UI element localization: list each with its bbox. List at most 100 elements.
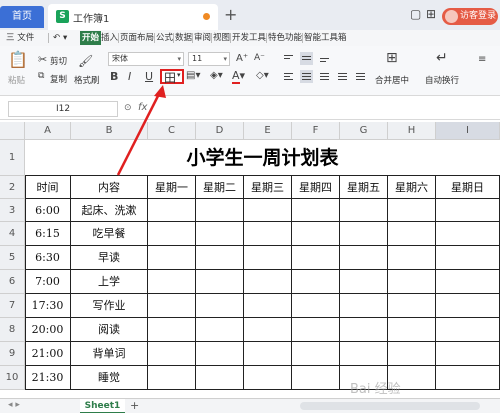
header-cell[interactable]: 内容 (71, 176, 148, 199)
sheet-tab-sheet1[interactable]: Sheet1 (80, 399, 125, 413)
wrap-text-button[interactable]: 自动换行 (425, 74, 459, 86)
merge-center-button[interactable]: 合并居中 (375, 74, 409, 86)
table-cell[interactable] (196, 222, 244, 246)
table-cell[interactable] (148, 294, 196, 318)
table-cell[interactable] (388, 270, 436, 294)
header-cell[interactable]: 星期一 (148, 176, 196, 199)
table-cell[interactable] (388, 222, 436, 246)
table-cell[interactable] (436, 342, 500, 366)
table-cell[interactable] (292, 270, 340, 294)
row-header[interactable]: 1 (0, 140, 25, 176)
row-header[interactable]: 9 (0, 342, 25, 366)
cut-button[interactable]: 剪切 (50, 55, 67, 67)
header-cell[interactable]: 时间 (25, 176, 71, 199)
copy-button[interactable]: 复制 (50, 73, 67, 85)
align-right-icon[interactable] (318, 70, 331, 83)
table-cell[interactable]: 写作业 (71, 294, 148, 318)
table-cell[interactable] (340, 294, 388, 318)
add-sheet-button[interactable]: + (130, 399, 139, 412)
header-cell[interactable]: 星期五 (340, 176, 388, 199)
row-header[interactable]: 3 (0, 199, 25, 222)
header-cell[interactable]: 星期日 (436, 176, 500, 199)
row-header[interactable]: 10 (0, 366, 25, 390)
menu-home[interactable]: 开始 (80, 31, 102, 45)
copy-icon[interactable]: ⧉ (38, 71, 44, 81)
table-cell[interactable] (244, 246, 292, 270)
table-cell[interactable] (292, 222, 340, 246)
table-cell[interactable]: 21:30 (25, 366, 71, 390)
row-header[interactable]: 5 (0, 246, 25, 270)
table-cell[interactable] (292, 318, 340, 342)
table-cell[interactable] (292, 199, 340, 222)
table-cell[interactable] (196, 246, 244, 270)
table-cell[interactable]: 睡觉 (71, 366, 148, 390)
table-cell[interactable] (388, 199, 436, 222)
table-cell[interactable]: 背单词 (71, 342, 148, 366)
table-cell[interactable]: 上学 (71, 270, 148, 294)
column-header[interactable]: H (388, 122, 436, 140)
format-painter-button[interactable]: 格式刷 (74, 74, 100, 86)
row-header[interactable]: 6 (0, 270, 25, 294)
table-cell[interactable] (340, 318, 388, 342)
menu-review[interactable]: 审阅 (194, 31, 211, 45)
table-cell[interactable] (436, 366, 500, 390)
row-header[interactable]: 8 (0, 318, 25, 342)
restore-icon[interactable]: ▢ (410, 7, 421, 21)
menu-more-icon[interactable]: ▾ (63, 31, 67, 45)
table-cell[interactable] (148, 222, 196, 246)
table-cell[interactable] (148, 318, 196, 342)
table-cell[interactable] (148, 270, 196, 294)
menu-undo-icon[interactable]: ↶ (53, 31, 60, 45)
fill-bucket-icon[interactable]: ◈▾ (210, 70, 223, 81)
header-cell[interactable]: 星期二 (196, 176, 244, 199)
row-header[interactable]: 2 (0, 176, 25, 199)
table-cell[interactable] (388, 294, 436, 318)
table-cell[interactable]: 7:00 (25, 270, 71, 294)
cut-icon[interactable]: ✂ (38, 53, 47, 66)
header-cell[interactable]: 星期六 (388, 176, 436, 199)
layout-icon[interactable]: ⊞ (426, 7, 436, 21)
table-cell[interactable] (148, 246, 196, 270)
row-header[interactable]: 7 (0, 294, 25, 318)
table-cell[interactable] (244, 199, 292, 222)
document-tab[interactable]: S 工作簿1 (48, 4, 218, 30)
column-header[interactable]: F (292, 122, 340, 140)
home-tab[interactable]: 首页 (0, 6, 44, 28)
table-cell[interactable] (436, 222, 500, 246)
number-format-icon[interactable]: ≡ (478, 54, 486, 65)
table-cell[interactable] (436, 294, 500, 318)
wrap-text-icon[interactable]: ↵ (436, 50, 448, 66)
table-cell[interactable] (244, 342, 292, 366)
header-cell[interactable]: 星期四 (292, 176, 340, 199)
menu-insert[interactable]: 插入 (101, 31, 118, 45)
table-cell[interactable] (436, 199, 500, 222)
column-header[interactable]: C (148, 122, 196, 140)
menu-smart-toolbox[interactable]: 智能工具箱 (304, 31, 347, 45)
border-button[interactable]: 田 ▾ (160, 69, 184, 85)
table-cell[interactable]: 早读 (71, 246, 148, 270)
table-cell[interactable] (148, 199, 196, 222)
paste-label[interactable]: 粘贴 (8, 74, 25, 86)
table-cell[interactable] (148, 366, 196, 390)
table-cell[interactable] (436, 318, 500, 342)
align-left-icon[interactable] (282, 70, 295, 83)
align-center-icon[interactable] (300, 70, 313, 83)
font-name-select[interactable]: 宋体 ▾ (108, 52, 184, 66)
table-cell[interactable]: 6:00 (25, 199, 71, 222)
menu-view[interactable]: 视图 (213, 31, 230, 45)
header-cell[interactable]: 星期三 (244, 176, 292, 199)
fill-color-icon[interactable]: ▤▾ (186, 70, 200, 81)
table-cell[interactable] (244, 318, 292, 342)
italic-button[interactable]: I (128, 70, 131, 83)
font-color-button[interactable]: A▾ (232, 69, 245, 84)
font-size-select[interactable]: 11 ▾ (188, 52, 230, 66)
menu-file[interactable]: 三 文件 (6, 31, 34, 45)
table-cell[interactable] (196, 270, 244, 294)
column-header[interactable]: A (25, 122, 71, 140)
column-header[interactable]: G (340, 122, 388, 140)
table-cell[interactable] (292, 246, 340, 270)
menu-special-features[interactable]: 特色功能 (268, 31, 302, 45)
table-cell[interactable] (196, 318, 244, 342)
function-icon[interactable]: fx (138, 102, 147, 113)
format-painter-icon[interactable]: 🖌 (78, 54, 93, 68)
